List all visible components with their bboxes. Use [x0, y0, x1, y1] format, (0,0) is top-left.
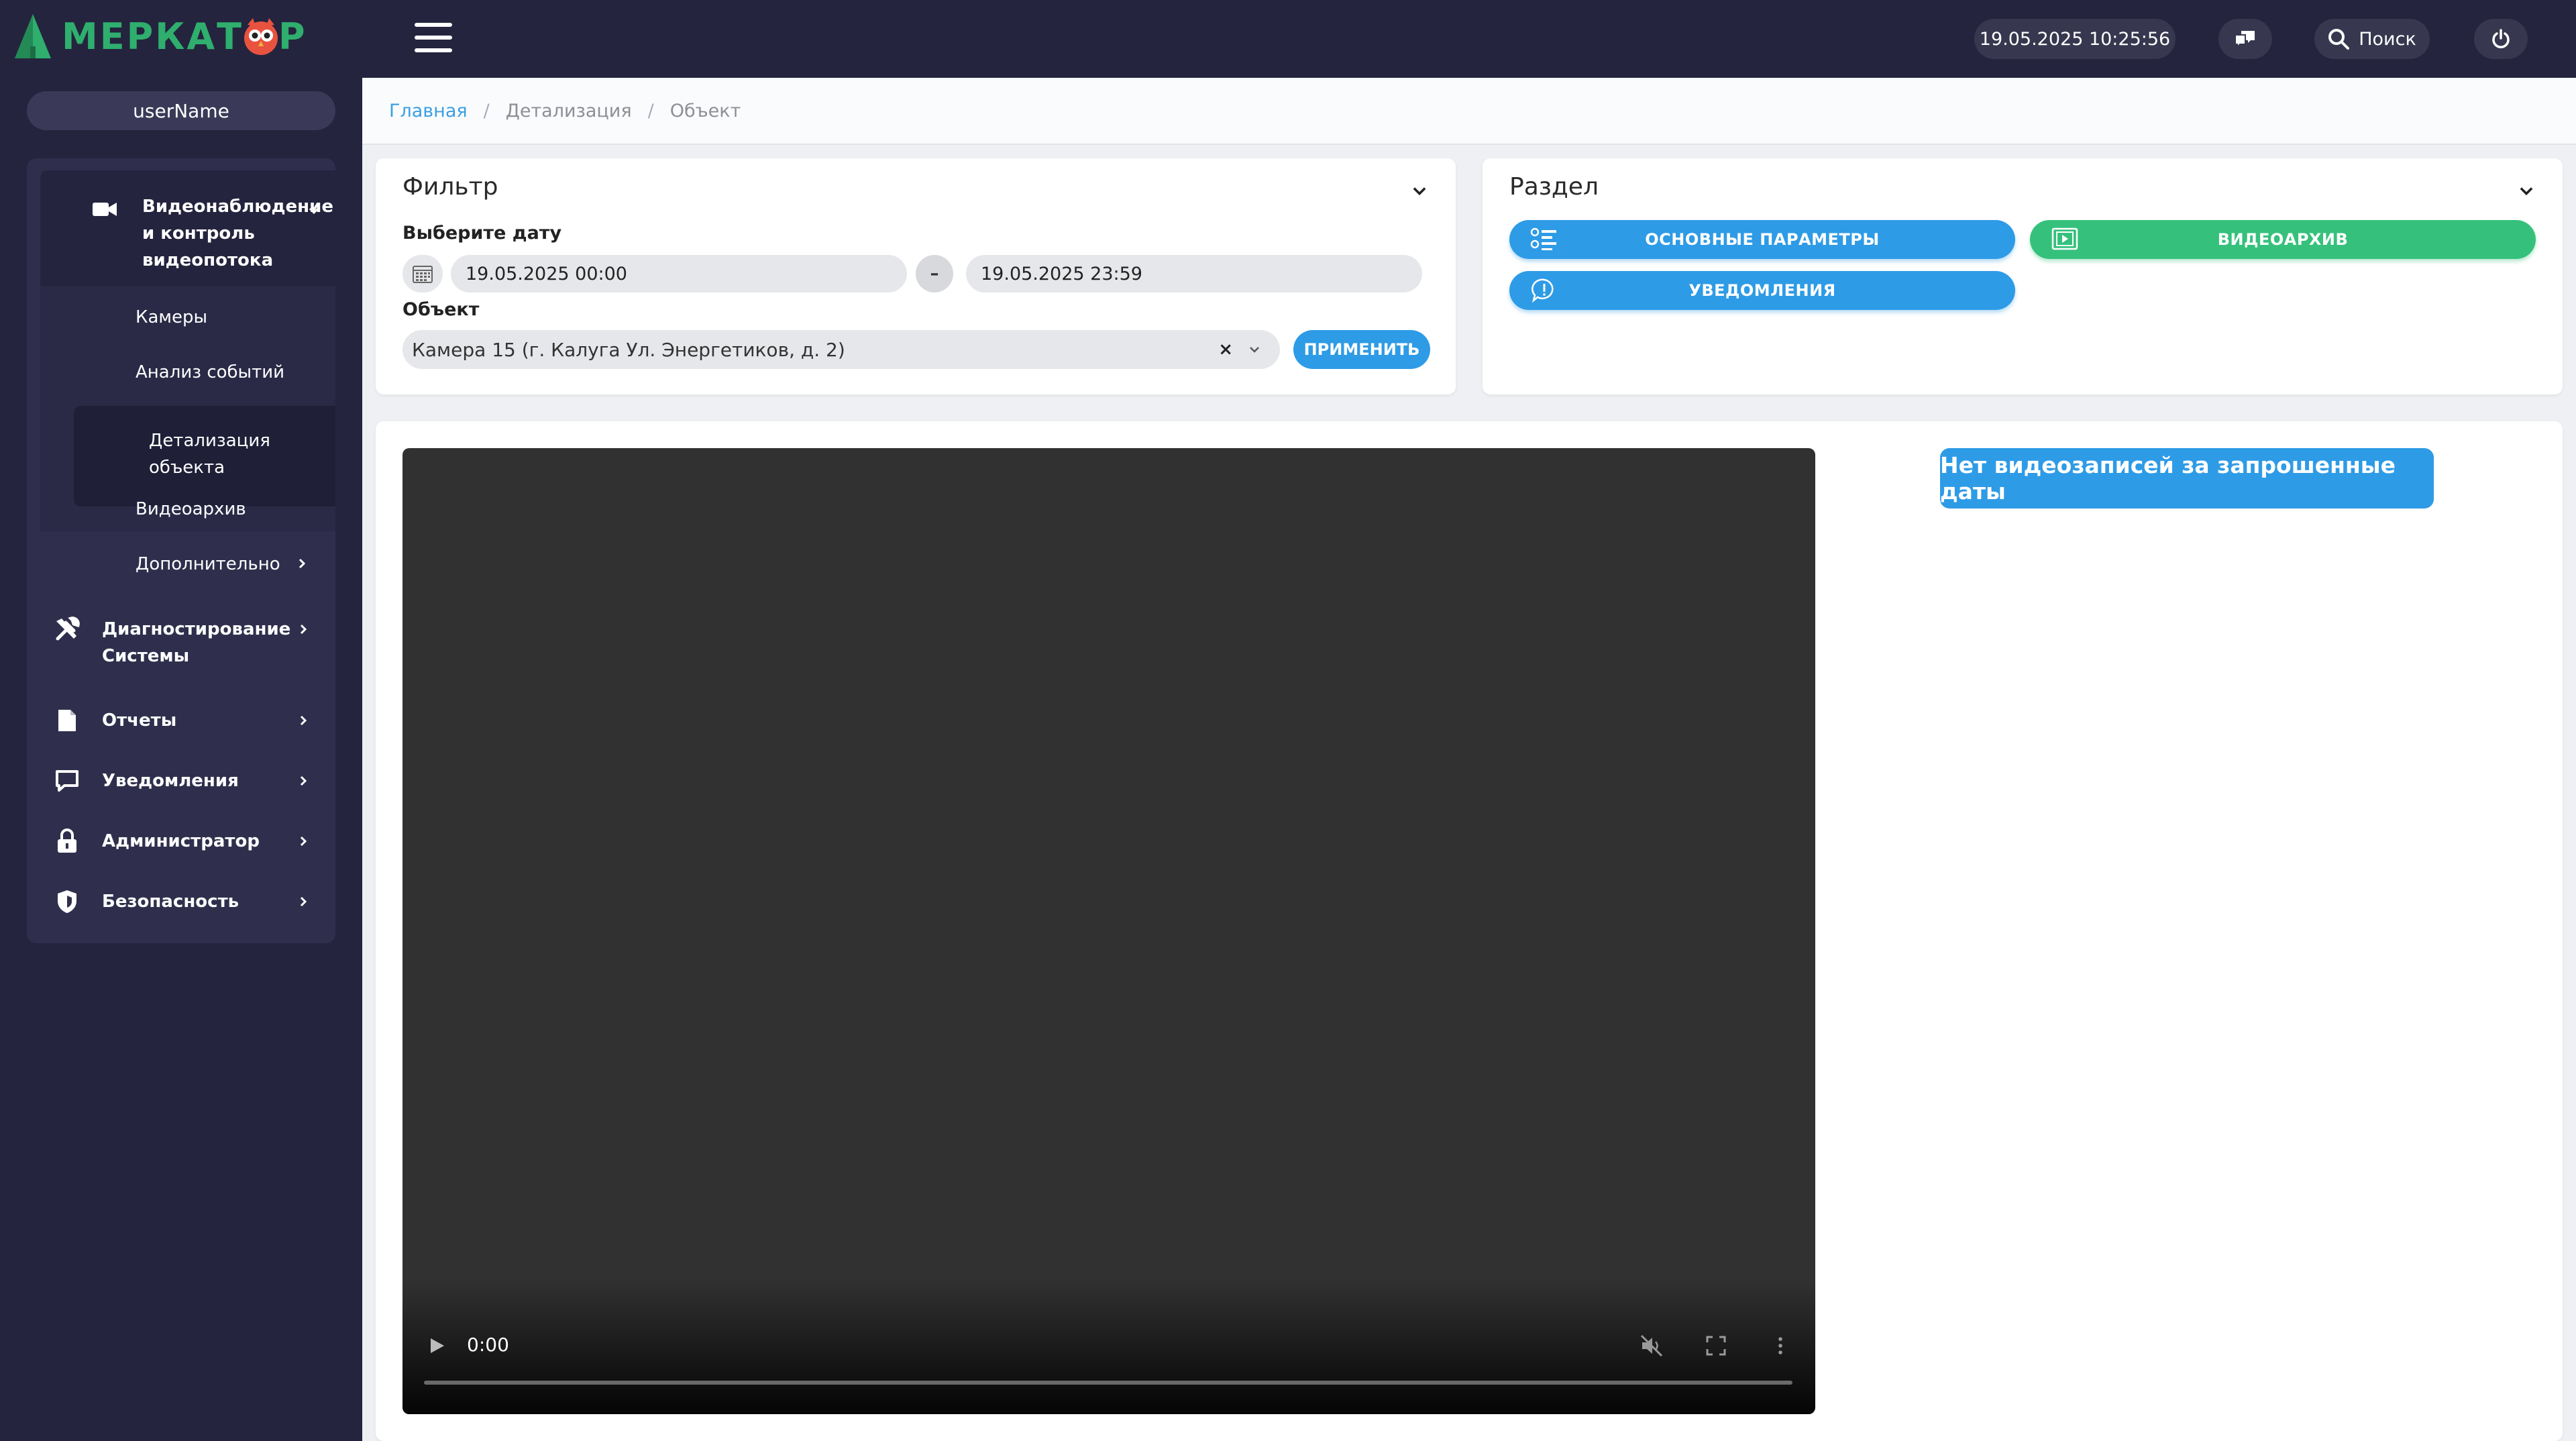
sidebar-menu: Видеонаблюдение и контроль видеопотока К… — [27, 158, 335, 943]
sidebar-item-label: Диагностирование Системы — [102, 619, 291, 666]
section-title: Раздел — [1509, 173, 1599, 201]
date-range-separator: – — [916, 255, 953, 292]
video-progress-bar[interactable] — [424, 1381, 1792, 1385]
submenu-item-cameras[interactable]: Камеры — [136, 307, 207, 327]
clear-icon[interactable]: × — [1218, 339, 1233, 360]
submenu-item-label: Дополнительно — [136, 554, 280, 574]
chevron-down-icon[interactable] — [2517, 181, 2536, 200]
owl-logo-icon — [244, 18, 278, 55]
search-button[interactable]: Поиск — [2314, 19, 2430, 59]
logout-button[interactable] — [2474, 19, 2528, 59]
search-icon — [2328, 29, 2350, 50]
logo-text-right: Р — [278, 15, 307, 58]
object-label: Объект — [402, 299, 480, 320]
breadcrumb-details[interactable]: Детализация — [506, 101, 632, 121]
more-options-icon[interactable] — [1768, 1334, 1792, 1358]
logo-text-left: МЕРКАТ — [62, 15, 244, 58]
date-from-input[interactable]: 19.05.2025 00:00 — [451, 255, 907, 292]
chevron-right-icon — [299, 558, 306, 569]
shield-icon — [54, 888, 80, 915]
video-camera-icon — [91, 196, 118, 223]
tools-icon — [54, 616, 80, 643]
breadcrumb-object: Объект — [669, 100, 741, 121]
logo[interactable]: МЕРКАТ Р — [12, 9, 307, 63]
filter-title: Фильтр — [402, 173, 498, 201]
video-player[interactable]: 0:00 — [402, 448, 1815, 1414]
chevron-down-icon[interactable] — [1410, 181, 1429, 200]
current-datetime: 19.05.2025 10:25:56 — [1974, 19, 2176, 59]
sidebar: МЕРКАТ Р userName Видеонаблюдение и конт… — [0, 0, 362, 1441]
messages-button[interactable] — [2218, 19, 2272, 59]
button-label: УВЕДОМЛЕНИЯ — [1688, 281, 1836, 300]
object-select-value: Камера 15 (г. Калуга Ул. Энергетиков, д.… — [412, 338, 845, 361]
chevron-right-icon — [300, 715, 307, 726]
user-name-pill[interactable]: userName — [27, 91, 335, 130]
video-archive-button[interactable]: ВИДЕОАРХИВ — [2030, 220, 2536, 259]
notifications-button[interactable]: УВЕДОМЛЕНИЯ — [1509, 271, 2015, 310]
chat-bubbles-icon — [2235, 31, 2255, 49]
chevron-down-icon[interactable] — [1246, 341, 1263, 358]
section-card: Раздел ОСНОВНЫЕ ПАРАМЕТРЫ ВИДЕОАРХИВ УВЕ… — [1483, 158, 2563, 394]
sidebar-item-label: Администратор — [102, 831, 260, 851]
document-icon — [54, 707, 80, 734]
sidebar-item-label: Отчеты — [102, 710, 177, 731]
submenu-item-label: Детализация объекта — [149, 431, 270, 478]
no-records-message: Нет видеозаписей за запрошенные даты — [1940, 448, 2434, 509]
submenu-item-object-details[interactable]: Детализация объекта — [74, 406, 335, 506]
sidebar-item-diagnostics[interactable]: Диагностирование Системы — [27, 616, 335, 683]
submenu-item-more[interactable]: Дополнительно — [136, 554, 310, 574]
object-select[interactable]: Камера 15 (г. Калуга Ул. Энергетиков, д.… — [402, 330, 1280, 369]
topbar: 19.05.2025 10:25:56 Поиск — [362, 0, 2576, 78]
breadcrumb: Главная / Детализация / Объект — [362, 78, 2576, 145]
sidebar-item-notifications[interactable]: Уведомления — [27, 767, 335, 794]
chevron-right-icon — [300, 624, 307, 635]
calendar-icon[interactable] — [402, 255, 443, 292]
sidebar-item-video-surveillance[interactable]: Видеонаблюдение и контроль видеопотока — [40, 170, 335, 286]
breadcrumb-separator: / — [483, 100, 490, 121]
chevron-right-icon — [300, 836, 307, 847]
chevron-down-icon — [309, 207, 319, 215]
power-icon — [2492, 29, 2510, 48]
date-label: Выберите дату — [402, 223, 562, 244]
video-controls — [402, 1280, 1815, 1414]
sidebar-item-admin[interactable]: Администратор — [27, 828, 335, 855]
sidebar-item-reports[interactable]: Отчеты — [27, 707, 335, 734]
filter-card: Фильтр Выберите дату 19.05.2025 00:00 – … — [376, 158, 1456, 394]
sidebar-item-label: Видеонаблюдение и контроль видеопотока — [142, 197, 333, 270]
play-icon[interactable] — [428, 1336, 445, 1355]
submenu-item-event-analysis[interactable]: Анализ событий — [136, 362, 284, 382]
fullscreen-icon[interactable] — [1704, 1334, 1728, 1358]
sidebar-item-security[interactable]: Безопасность — [27, 888, 335, 915]
apply-button[interactable]: ПРИМЕНИТЬ — [1293, 330, 1430, 369]
button-label: ВИДЕОАРХИВ — [2217, 230, 2349, 249]
tree-logo-icon — [15, 14, 51, 58]
date-to-input[interactable]: 19.05.2025 23:59 — [966, 255, 1422, 292]
notification-icon — [1532, 278, 1554, 303]
sidebar-item-label: Безопасность — [102, 892, 239, 912]
video-archive-icon — [2051, 227, 2078, 250]
chevron-right-icon — [300, 776, 307, 786]
main-params-button[interactable]: ОСНОВНЫЕ ПАРАМЕТРЫ — [1509, 220, 2015, 259]
video-time: 0:00 — [467, 1334, 509, 1356]
button-label: ОСНОВНЫЕ ПАРАМЕТРЫ — [1645, 230, 1880, 249]
submenu-item-video-archive[interactable]: Видеоархив — [136, 499, 246, 519]
breadcrumb-separator: / — [647, 100, 654, 121]
breadcrumb-home[interactable]: Главная — [389, 101, 468, 121]
hamburger-menu-icon[interactable] — [415, 23, 452, 52]
chat-icon — [54, 767, 80, 794]
list-settings-icon — [1530, 227, 1556, 250]
search-label: Поиск — [2359, 28, 2416, 50]
chevron-right-icon — [300, 896, 307, 907]
mute-icon[interactable] — [1640, 1334, 1664, 1358]
lock-icon — [54, 828, 80, 855]
sidebar-item-label: Уведомления — [102, 771, 239, 791]
